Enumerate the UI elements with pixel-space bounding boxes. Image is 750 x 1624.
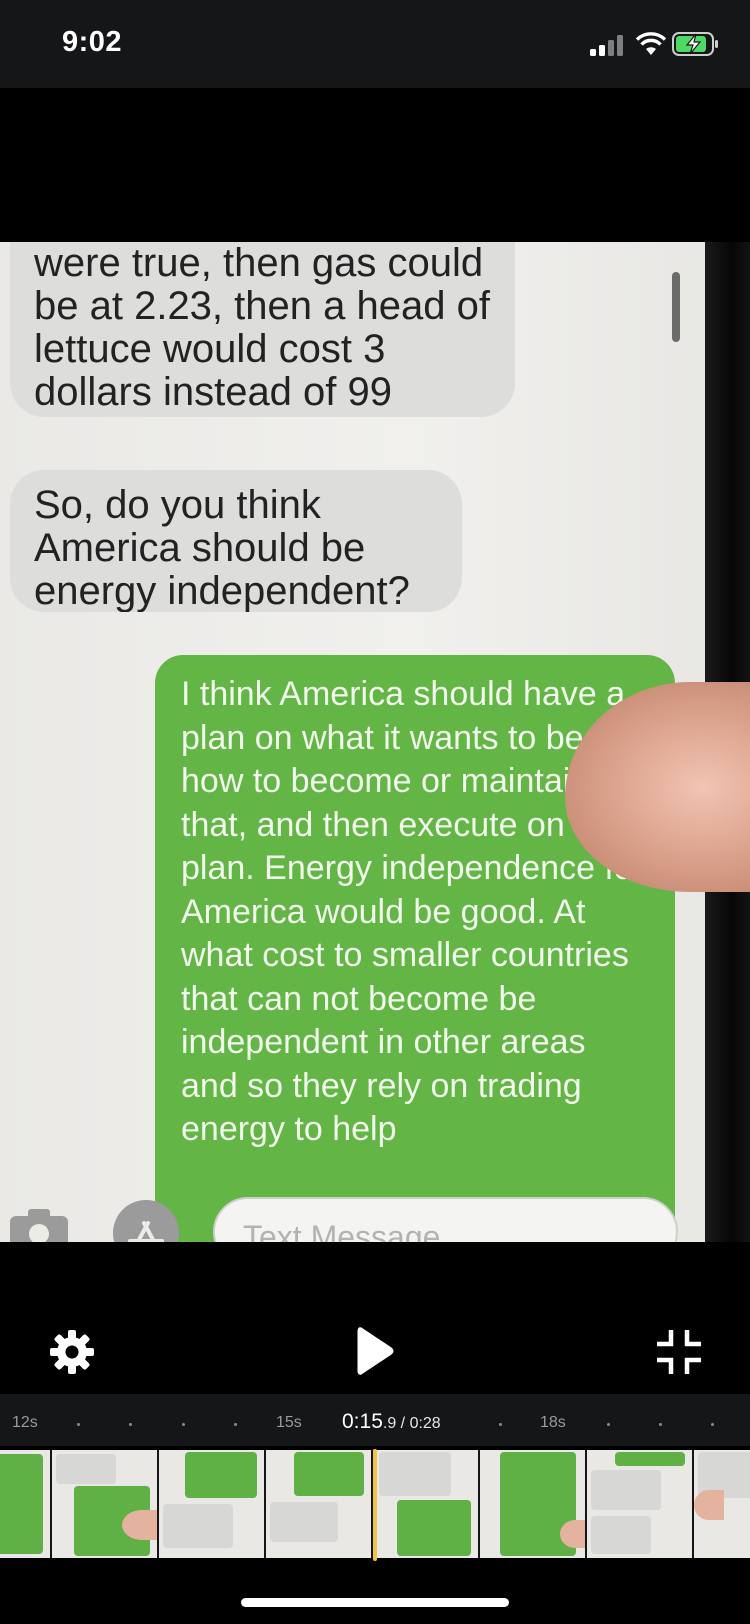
- home-indicator[interactable]: [241, 1598, 509, 1607]
- thumbnail: [480, 1450, 585, 1558]
- timeline-dot: [499, 1423, 502, 1426]
- timeline-dot: [129, 1423, 132, 1426]
- time-separator: /: [396, 1415, 410, 1432]
- received-message-bubble: So, do you think America should be energ…: [10, 470, 462, 612]
- phone-scroll-indicator: [672, 272, 680, 342]
- timeline-label-12s: 12s: [12, 1414, 38, 1431]
- current-time: 0:15: [342, 1410, 383, 1433]
- received-message-bubble: were true, then gas could be at 2.23, th…: [10, 242, 515, 417]
- thumbnail: [0, 1450, 50, 1558]
- app-store-icon: [113, 1200, 179, 1242]
- thumbnail: [587, 1450, 692, 1558]
- timeline-dot: [234, 1423, 237, 1426]
- message-text: So, do you think America should be energ…: [34, 483, 410, 613]
- thumbnail: [373, 1450, 478, 1558]
- timeline-dot: [182, 1423, 185, 1426]
- video-frame[interactable]: were true, then gas could be at 2.23, th…: [0, 242, 750, 1242]
- wifi-icon: [636, 32, 666, 55]
- gear-icon[interactable]: [48, 1328, 96, 1376]
- thumbnail: [52, 1450, 157, 1558]
- camera-icon: [10, 1209, 68, 1242]
- thumbnail: [266, 1450, 371, 1558]
- collapse-icon[interactable]: [657, 1330, 701, 1374]
- thumbnail: [159, 1450, 264, 1558]
- text-message-field: Text Message: [213, 1197, 678, 1242]
- playhead[interactable]: [373, 1449, 377, 1561]
- thumbnail: [694, 1450, 750, 1558]
- timeline-dot: [607, 1423, 610, 1426]
- timeline-label-15s: 15s: [276, 1414, 302, 1431]
- play-icon[interactable]: [355, 1325, 395, 1377]
- cellular-signal-icon: [590, 34, 626, 56]
- timeline-dot: [711, 1423, 714, 1426]
- timeline-dot: [77, 1423, 80, 1426]
- playback-time: 0:15.9 / 0:28: [342, 1410, 441, 1434]
- battery-charging-icon: [672, 32, 718, 56]
- timeline-dot: [659, 1423, 662, 1426]
- total-duration: 0:28: [409, 1415, 441, 1432]
- status-time: 9:02: [62, 26, 123, 58]
- message-text: were true, then gas could be at 2.23, th…: [34, 242, 490, 417]
- message-text: I think America should have a plan on wh…: [181, 675, 645, 1148]
- text-field-placeholder: Text Message: [243, 1219, 441, 1242]
- current-time-fraction: .9: [382, 1415, 397, 1432]
- timeline-label-18s: 18s: [540, 1414, 566, 1431]
